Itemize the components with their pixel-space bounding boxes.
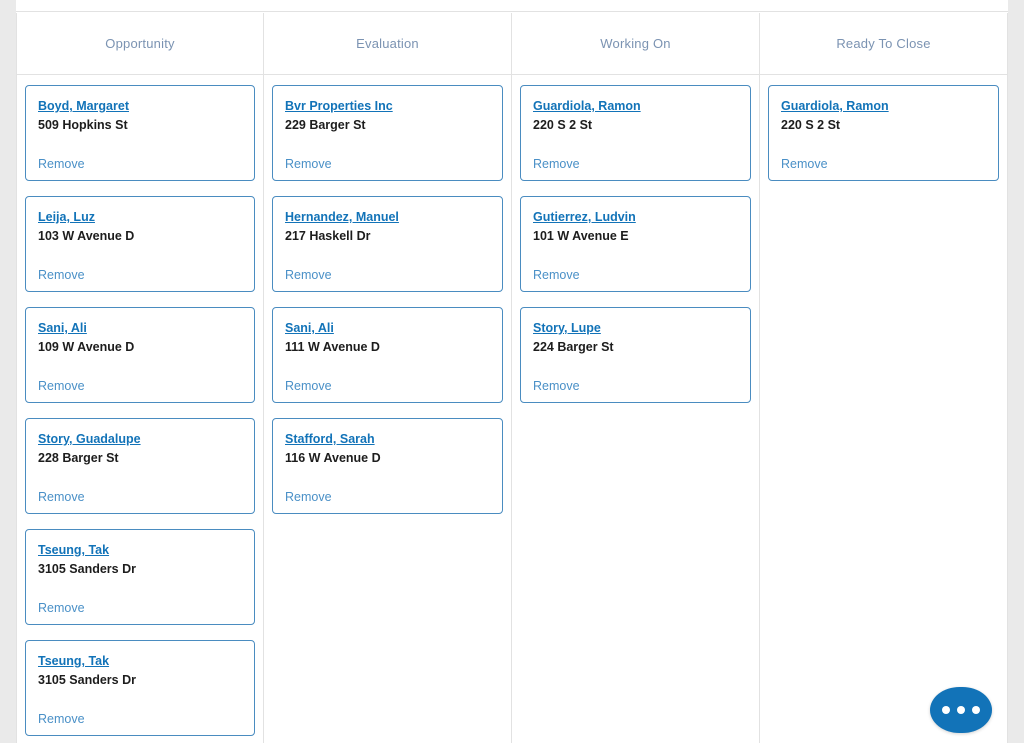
- card-name-link[interactable]: Sani, Ali: [285, 321, 334, 337]
- card-remove-link[interactable]: Remove: [533, 379, 580, 393]
- top-band: [16, 0, 1008, 12]
- card-remove-link[interactable]: Remove: [285, 490, 332, 504]
- card-remove-link[interactable]: Remove: [38, 379, 85, 393]
- ellipsis-icon-dot: [957, 706, 965, 714]
- column-cards-working-on: Guardiola, Ramon 220 S 2 St Remove Gutierre…: [512, 75, 759, 743]
- kanban-card[interactable]: Leija, Luz 103 W Avenue D Remove: [25, 196, 255, 292]
- column-header-ready-to-close: Ready To Close: [760, 13, 1007, 75]
- card-name-link[interactable]: Hernandez, Manuel: [285, 210, 399, 226]
- column-header-opportunity: Opportunity: [17, 13, 263, 75]
- card-name-link[interactable]: Tseung, Tak: [38, 543, 109, 559]
- kanban-column-working-on: Working On Guardiola, Ramon 220 S 2 St Remo…: [512, 13, 760, 743]
- card-remove-link[interactable]: Remove: [38, 157, 85, 171]
- card-name-link[interactable]: Stafford, Sarah: [285, 432, 375, 448]
- card-remove-link[interactable]: Remove: [781, 157, 828, 171]
- ellipsis-icon-dot: [972, 706, 980, 714]
- kanban-card[interactable]: Tseung, Tak 3105 Sanders Dr Remove: [25, 529, 255, 625]
- card-name-link[interactable]: Story, Lupe: [533, 321, 601, 337]
- card-name-link[interactable]: Bvr Properties Inc: [285, 99, 393, 115]
- kanban-column-evaluation: Evaluation Bvr Properties Inc 229 Barger S…: [264, 13, 512, 743]
- kanban-app: Opportunity Boyd, Margaret 509 Hopkins St R…: [0, 0, 1024, 743]
- column-title: Opportunity: [105, 36, 175, 51]
- column-title: Working On: [600, 36, 671, 51]
- kanban-card[interactable]: Guardiola, Ramon 220 S 2 St Remove: [520, 85, 751, 181]
- kanban-board: Opportunity Boyd, Margaret 509 Hopkins St R…: [16, 13, 1008, 743]
- kanban-card[interactable]: Stafford, Sarah 116 W Avenue D Remove: [272, 418, 503, 514]
- card-name-link[interactable]: Sani, Ali: [38, 321, 87, 337]
- card-remove-link[interactable]: Remove: [285, 268, 332, 282]
- page-sheet: Opportunity Boyd, Margaret 509 Hopkins St R…: [16, 0, 1008, 743]
- column-cards-opportunity: Boyd, Margaret 509 Hopkins St Remove Leija,…: [17, 75, 263, 743]
- kanban-card[interactable]: Guardiola, Ramon 220 S 2 St Remove: [768, 85, 999, 181]
- card-remove-link[interactable]: Remove: [38, 268, 85, 282]
- card-name-link[interactable]: Guardiola, Ramon: [533, 99, 641, 115]
- card-address: 217 Haskell Dr: [285, 229, 371, 243]
- card-address: 220 S 2 St: [781, 118, 841, 132]
- column-title: Evaluation: [356, 36, 419, 51]
- card-remove-link[interactable]: Remove: [533, 268, 580, 282]
- card-remove-link[interactable]: Remove: [285, 379, 332, 393]
- card-remove-link[interactable]: Remove: [38, 712, 85, 726]
- card-remove-link[interactable]: Remove: [285, 157, 332, 171]
- card-address: 229 Barger St: [285, 118, 366, 132]
- card-remove-link[interactable]: Remove: [533, 157, 580, 171]
- kanban-column-ready-to-close: Ready To Close Guardiola, Ramon 220 S 2 St…: [760, 13, 1008, 743]
- column-title: Ready To Close: [836, 36, 931, 51]
- card-address: 228 Barger St: [38, 451, 119, 465]
- column-cards-ready-to-close: Guardiola, Ramon 220 S 2 St Remove: [760, 75, 1007, 743]
- column-cards-evaluation: Bvr Properties Inc 229 Barger St Remove Her…: [264, 75, 511, 743]
- kanban-card[interactable]: Sani, Ali 111 W Avenue D Remove: [272, 307, 503, 403]
- kanban-card[interactable]: Sani, Ali 109 W Avenue D Remove: [25, 307, 255, 403]
- more-actions-button[interactable]: [930, 687, 992, 733]
- card-name-link[interactable]: Story, Guadalupe: [38, 432, 141, 448]
- card-name-link[interactable]: Tseung, Tak: [38, 654, 109, 670]
- card-address: 116 W Avenue D: [285, 451, 381, 465]
- kanban-card[interactable]: Bvr Properties Inc 229 Barger St Remove: [272, 85, 503, 181]
- card-address: 220 S 2 St: [533, 118, 593, 132]
- card-address: 101 W Avenue E: [533, 229, 629, 243]
- kanban-card[interactable]: Story, Guadalupe 228 Barger St Remove: [25, 418, 255, 514]
- kanban-card[interactable]: Hernandez, Manuel 217 Haskell Dr Remove: [272, 196, 503, 292]
- card-address: 3105 Sanders Dr: [38, 673, 136, 687]
- card-name-link[interactable]: Guardiola, Ramon: [781, 99, 889, 115]
- card-remove-link[interactable]: Remove: [38, 601, 85, 615]
- ellipsis-icon-dot: [942, 706, 950, 714]
- card-address: 111 W Avenue D: [285, 340, 380, 354]
- kanban-card[interactable]: Tseung, Tak 3105 Sanders Dr Remove: [25, 640, 255, 736]
- card-name-link[interactable]: Gutierrez, Ludvin: [533, 210, 636, 226]
- kanban-card[interactable]: Boyd, Margaret 509 Hopkins St Remove: [25, 85, 255, 181]
- card-address: 224 Barger St: [533, 340, 614, 354]
- card-address: 3105 Sanders Dr: [38, 562, 136, 576]
- kanban-card[interactable]: Gutierrez, Ludvin 101 W Avenue E Remove: [520, 196, 751, 292]
- card-remove-link[interactable]: Remove: [38, 490, 85, 504]
- card-address: 109 W Avenue D: [38, 340, 135, 354]
- card-address: 509 Hopkins St: [38, 118, 128, 132]
- kanban-card[interactable]: Story, Lupe 224 Barger St Remove: [520, 307, 751, 403]
- column-header-evaluation: Evaluation: [264, 13, 511, 75]
- card-address: 103 W Avenue D: [38, 229, 135, 243]
- card-name-link[interactable]: Leija, Luz: [38, 210, 95, 226]
- kanban-column-opportunity: Opportunity Boyd, Margaret 509 Hopkins St R…: [16, 13, 264, 743]
- card-name-link[interactable]: Boyd, Margaret: [38, 99, 129, 115]
- column-header-working-on: Working On: [512, 13, 759, 75]
